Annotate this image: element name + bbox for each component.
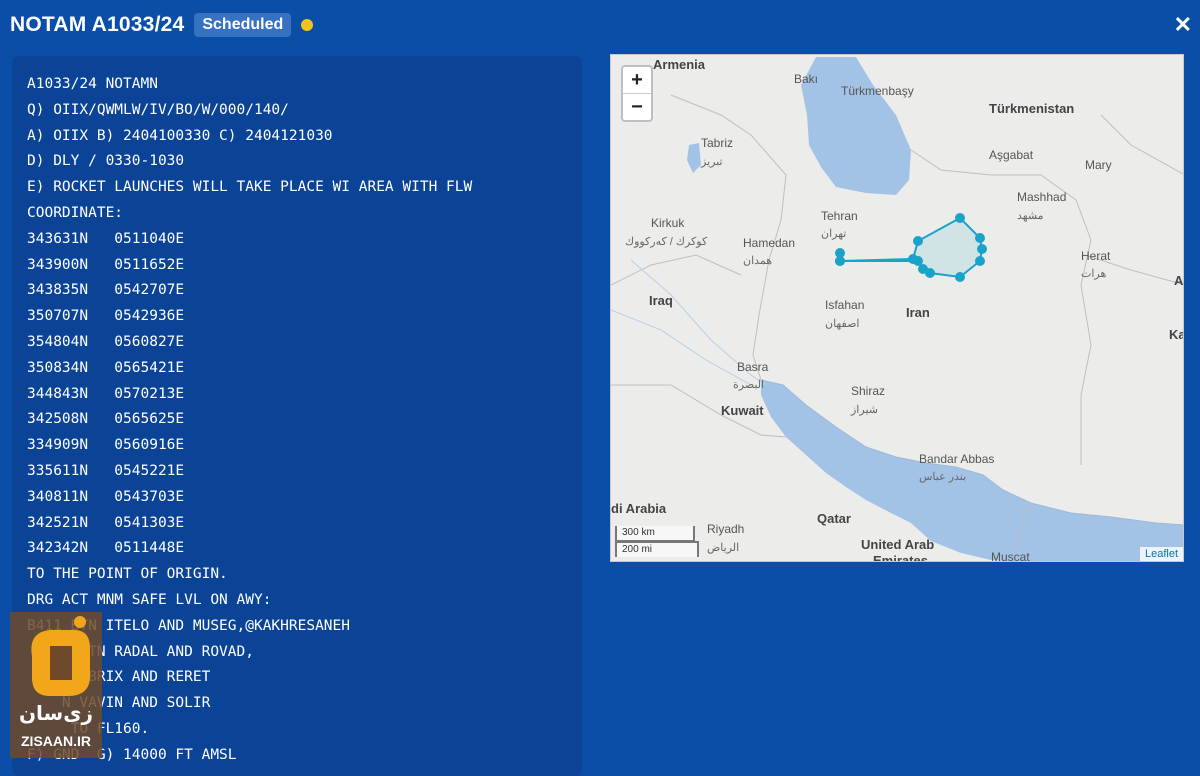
map-label-country: Kar <box>1169 327 1184 342</box>
map-label-country: Emirates <box>873 553 928 562</box>
notam-line: 350707N 0542936E <box>27 308 185 325</box>
map-label-native: بندر عباس <box>919 471 966 483</box>
notam-line: 344843N 0570213E <box>27 385 185 402</box>
map-label-native: هرات <box>1081 268 1106 280</box>
watermark-logo-text: زی‌سان <box>19 701 93 725</box>
close-button[interactable]: ✕ <box>1174 12 1192 38</box>
notam-line: Q) OIIX/QWMLW/IV/BO/W/000/140/ <box>27 101 289 118</box>
map-label-country: Kuwait <box>721 403 764 418</box>
map-label-city: Isfahan <box>825 298 864 312</box>
notam-line: 343835N 0542707E <box>27 282 185 299</box>
map-canvas[interactable]: Armenia Bakı Türkmenbaşy Türkmenistan Tabriz… <box>611 55 1184 562</box>
notam-line: 340811N 0543703E <box>27 488 185 505</box>
watermark-site: ZISAAN.IR <box>21 733 91 749</box>
map-label-native: كوكرك / كەركووك <box>625 236 708 248</box>
map-label-native: همدان <box>743 255 772 267</box>
status-badge: Scheduled <box>194 13 292 37</box>
map-label-country: Afg <box>1174 273 1184 288</box>
map-label-native: شيراز <box>850 404 878 416</box>
map-label-city: Bandar Abbas <box>919 452 994 466</box>
map-label-country: di Arabia <box>611 501 667 516</box>
leaflet-attribution-link[interactable]: Leaflet <box>1139 547 1183 561</box>
notam-line: 342342N 0511448E <box>27 540 185 557</box>
map-label-city: Aşgabat <box>989 148 1034 162</box>
map-label-city: Shiraz <box>851 384 885 398</box>
notam-line: 350834N 0565421E <box>27 359 185 376</box>
notam-vertex-marker[interactable] <box>835 256 845 266</box>
map-label-native: تبریز <box>700 156 723 168</box>
notam-line: D) DLY / 0330-1030 <box>27 153 185 170</box>
map-label-country: Türkmenistan <box>989 101 1074 116</box>
map-label-country: Iraq <box>649 293 673 308</box>
notam-line: TO THE POINT OF ORIGIN. <box>27 566 228 583</box>
map-label-city: Kirkuk <box>651 216 685 230</box>
zoom-in-button[interactable]: + <box>623 67 651 93</box>
map-label-country: United Arab <box>861 537 934 552</box>
map-label-country: Qatar <box>817 511 851 526</box>
zoom-control: + − <box>621 65 653 122</box>
map-label-native: اصفهان <box>825 318 859 330</box>
notam-vertex-marker[interactable] <box>913 236 923 246</box>
map-label-city: Muscat <box>991 550 1030 562</box>
notam-line: 335611N 0545221E <box>27 462 185 479</box>
map-label-city: Tabriz <box>701 136 733 150</box>
status-dot-icon <box>301 19 314 31</box>
map-label-native: مشهد <box>1017 210 1044 222</box>
notam-vertex-marker[interactable] <box>955 213 965 223</box>
map-label-city: Mary <box>1085 158 1112 172</box>
zisaan-watermark-logo: زی‌سان ZISAAN.IR <box>10 612 102 758</box>
notam-line: A1033/24 NOTAMN <box>27 76 158 92</box>
notam-title: NOTAM A1033/24 <box>10 13 185 36</box>
map-label-city: Bakı <box>794 72 818 86</box>
notam-line: 342508N 0565625E <box>27 411 185 428</box>
map-label-country: Armenia <box>653 57 706 72</box>
notam-line: 334909N 0560916E <box>27 437 185 454</box>
map-label-country: Iran <box>906 305 930 320</box>
zoom-out-button[interactable]: − <box>623 93 651 120</box>
scale-km: 300 km <box>615 526 695 542</box>
notam-vertex-marker[interactable] <box>975 233 985 243</box>
map-label-native: البصرة <box>733 379 764 391</box>
map-label-city: Riyadh <box>707 522 744 536</box>
map-scale: 300 km 200 mi <box>615 526 699 557</box>
map-label-city: Mashhad <box>1017 190 1066 204</box>
map-label-city: Hamedan <box>743 236 795 250</box>
notam-line: E) ROCKET LAUNCHES WILL TAKE PLACE WI AR… <box>27 179 473 196</box>
map-label-city: Basra <box>737 360 769 374</box>
map-label-city: Türkmenbaşy <box>841 84 914 98</box>
map-label-city: Tehran <box>821 209 858 223</box>
map-label-native: تهران <box>821 228 846 240</box>
map-label-city: Herat <box>1081 249 1111 263</box>
scale-mi: 200 mi <box>615 541 699 557</box>
notam-header: NOTAM A1033/24 Scheduled <box>10 10 314 40</box>
notam-line: DRG ACT MNM SAFE LVL ON AWY: <box>27 591 272 608</box>
notam-line: 343900N 0511652E <box>27 256 185 273</box>
notam-line: 343631N 0511040E <box>27 230 185 247</box>
notam-line: COORDINATE: <box>27 204 124 221</box>
notam-vertex-marker[interactable] <box>913 256 923 266</box>
notam-vertex-marker[interactable] <box>977 244 987 254</box>
notam-line: 342521N 0541303E <box>27 514 185 531</box>
notam-vertex-marker[interactable] <box>955 272 965 282</box>
notam-line: A) OIIX B) 2404100330 C) 2404121030 <box>27 127 333 144</box>
notam-line: 354804N 0560827E <box>27 333 185 350</box>
map-view[interactable]: Armenia Bakı Türkmenbaşy Türkmenistan Tabriz… <box>610 54 1184 562</box>
notam-vertex-marker[interactable] <box>975 256 985 266</box>
map-label-native: الرياض <box>707 542 739 554</box>
